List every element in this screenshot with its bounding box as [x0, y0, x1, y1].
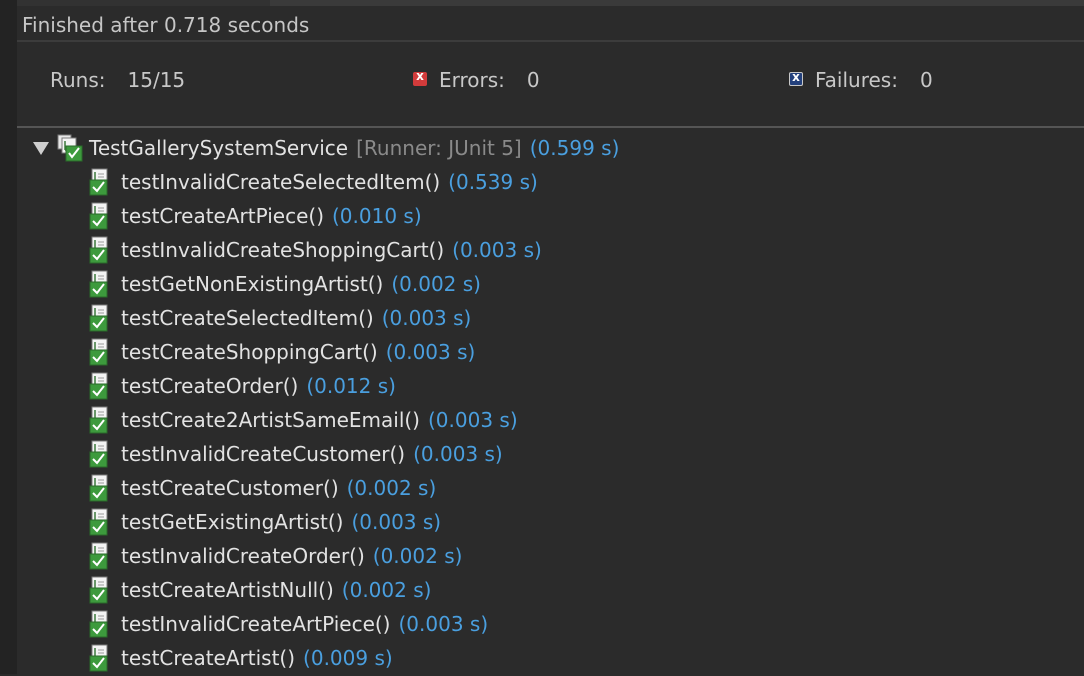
test-name: testCreateArtistNull() [121, 578, 334, 602]
tree-row-test[interactable]: testInvalidCreateArtPiece() (0.003 s) [89, 607, 488, 641]
test-time: (0.002 s) [372, 544, 463, 568]
tree-row-test[interactable]: testCreateCustomer() (0.002 s) [89, 471, 436, 505]
top-edge [0, 0, 1084, 6]
failure-icon [789, 70, 803, 86]
test-success-icon [89, 610, 108, 638]
test-time: (0.002 s) [341, 578, 432, 602]
tree-row-test[interactable]: testCreateArtist() (0.009 s) [89, 641, 393, 675]
test-success-icon [89, 644, 108, 672]
test-success-icon [89, 542, 108, 570]
test-name: testGetNonExistingArtist() [121, 272, 384, 296]
tree-row-suite[interactable]: TestGallerySystemService [Runner: JUnit … [33, 131, 619, 165]
test-time: (0.003 s) [427, 408, 518, 432]
status-message: Finished after 0.718 seconds [22, 13, 310, 37]
test-name: testInvalidCreateSelectedItem() [121, 170, 441, 194]
test-time: (0.003 s) [398, 612, 489, 636]
test-name: testCreateSelectedItem() [121, 306, 374, 330]
test-success-icon [89, 474, 108, 502]
test-name: testCreateOrder() [121, 374, 299, 398]
tree-row-test[interactable]: testCreateSelectedItem() (0.003 s) [89, 301, 471, 335]
test-time: (0.002 s) [346, 476, 437, 500]
suite-runner: [Runner: JUnit 5] [356, 136, 522, 160]
test-success-icon [89, 236, 108, 264]
tree-row-test[interactable]: testCreateShoppingCart() (0.003 s) [89, 335, 475, 369]
counter-panel: Runs: 15/15 Errors: 0 Failures: 0 [17, 42, 1084, 126]
test-time: (0.539 s) [448, 170, 538, 194]
errors-label: Errors: [439, 68, 505, 92]
runs-value: 15/15 [127, 68, 186, 92]
failures-label: Failures: [815, 68, 898, 92]
failures-counter: Failures: 0 [789, 68, 933, 92]
test-success-icon [89, 440, 108, 468]
failures-value: 0 [919, 68, 933, 92]
test-success-icon [89, 270, 108, 298]
test-time: (0.003 s) [413, 442, 503, 466]
tree-row-test[interactable]: testInvalidCreateSelectedItem() (0.539 s) [89, 165, 538, 199]
errors-counter: Errors: 0 [413, 68, 540, 92]
test-time: (0.003 s) [381, 306, 472, 330]
test-name: testCreateArtPiece() [121, 204, 324, 228]
suite-name: TestGallerySystemService [89, 136, 349, 160]
tree-row-test[interactable]: testCreateArtistNull() (0.002 s) [89, 573, 431, 607]
test-name: testCreateArtist() [121, 646, 296, 670]
test-time: (0.009 s) [303, 646, 393, 670]
test-time: (0.003 s) [452, 238, 542, 262]
test-name: testCreateShoppingCart() [121, 340, 378, 364]
test-name: testInvalidCreateCustomer() [121, 442, 406, 466]
junit-view: Finished after 0.718 seconds Runs: 15/15 … [0, 0, 1084, 676]
tree-row-test[interactable]: testCreateOrder() (0.012 s) [89, 369, 396, 403]
error-icon [413, 69, 427, 86]
test-name: testInvalidCreateOrder() [121, 544, 365, 568]
test-tree[interactable]: TestGallerySystemService [Runner: JUnit … [17, 126, 1084, 676]
test-time: (0.010 s) [332, 204, 422, 228]
errors-value: 0 [526, 68, 540, 92]
test-success-icon [89, 508, 108, 536]
test-success-icon [89, 338, 108, 366]
test-time: (0.002 s) [391, 272, 481, 296]
test-success-icon [89, 168, 108, 196]
test-success-icon [89, 372, 108, 400]
test-name: testInvalidCreateArtPiece() [121, 612, 391, 636]
test-success-icon [89, 202, 108, 230]
runs-counter: Runs: 15/15 [50, 68, 185, 92]
tree-row-test[interactable]: testInvalidCreateOrder() (0.002 s) [89, 539, 462, 573]
test-time: (0.012 s) [306, 374, 396, 398]
test-time: (0.003 s) [385, 340, 476, 364]
test-name: testCreateCustomer() [121, 476, 339, 500]
expand-toggle-icon[interactable] [33, 141, 49, 155]
tree-row-test[interactable]: testInvalidCreateShoppingCart() (0.003 s) [89, 233, 542, 267]
test-name: testCreate2ArtistSameEmail() [121, 408, 420, 432]
tree-row-test[interactable]: testCreateArtPiece() (0.010 s) [89, 199, 422, 233]
tree-row-test[interactable]: testInvalidCreateCustomer() (0.003 s) [89, 437, 503, 471]
runs-label: Runs: [50, 68, 106, 92]
test-name: testInvalidCreateShoppingCart() [121, 238, 445, 262]
tree-row-test[interactable]: testCreate2ArtistSameEmail() (0.003 s) [89, 403, 518, 437]
suite-time: (0.599 s) [529, 136, 620, 160]
test-success-icon [89, 406, 108, 434]
test-success-icon [89, 576, 108, 604]
tree-row-test[interactable]: testGetNonExistingArtist() (0.002 s) [89, 267, 481, 301]
test-time: (0.003 s) [351, 510, 442, 534]
test-suite-success-icon [57, 134, 83, 162]
test-success-icon [89, 304, 108, 332]
tree-row-test[interactable]: testGetExistingArtist() (0.003 s) [89, 505, 441, 539]
left-gutter [0, 0, 17, 674]
tab-shadow [270, 0, 1084, 6]
test-name: testGetExistingArtist() [121, 510, 344, 534]
